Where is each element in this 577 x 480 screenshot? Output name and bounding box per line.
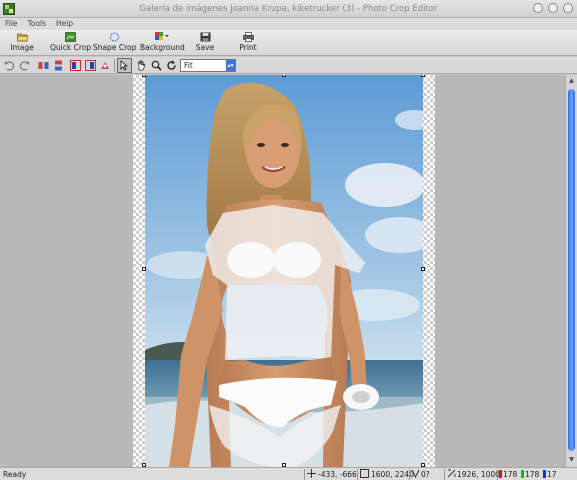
selection-size: 1926, 1000 bbox=[457, 470, 500, 479]
crop-handle-top-right[interactable] bbox=[421, 75, 425, 77]
zoom-select[interactable]: Fit ▴▾ bbox=[180, 59, 236, 72]
rotate-right-icon[interactable] bbox=[19, 60, 30, 71]
toolbar-separator bbox=[114, 59, 115, 72]
image-size-icon bbox=[360, 469, 369, 478]
crop-handle-top-center[interactable] bbox=[282, 75, 286, 77]
menu-tools[interactable]: Tools bbox=[28, 18, 46, 30]
edit-toolbar: Fit ▴▾ bbox=[0, 57, 577, 74]
pointer-arrow-icon[interactable] bbox=[119, 60, 130, 71]
close-button[interactable] bbox=[563, 3, 573, 13]
open-folder-icon bbox=[16, 33, 28, 42]
save-button[interactable]: Save bbox=[194, 32, 216, 52]
scroll-up-arrow-icon[interactable]: ▲ bbox=[567, 76, 576, 85]
magnifier-zoom-icon[interactable] bbox=[151, 60, 162, 71]
selection-size-icon bbox=[447, 469, 456, 478]
hand-pan-icon[interactable] bbox=[136, 60, 147, 71]
status-separator bbox=[497, 469, 498, 480]
scroll-down-arrow-icon[interactable]: ▼ bbox=[567, 455, 576, 464]
menu-bar: File Tools Help bbox=[0, 18, 577, 30]
image-button[interactable]: Image bbox=[10, 32, 34, 52]
printer-icon bbox=[242, 32, 254, 42]
shape-crop-button-label: Shape Crop bbox=[93, 43, 137, 52]
status-separator bbox=[444, 469, 445, 480]
shape-crop-icon bbox=[109, 32, 119, 42]
maximize-button[interactable] bbox=[548, 3, 558, 13]
minimize-button[interactable] bbox=[533, 3, 543, 13]
crop-handle-top-left[interactable] bbox=[142, 75, 146, 77]
rotate-left-icon[interactable] bbox=[4, 60, 15, 71]
print-button-label: Print bbox=[239, 43, 257, 52]
quick-crop-icon bbox=[64, 32, 76, 42]
green-value: 178 bbox=[525, 470, 540, 479]
zoom-select-value: Fit bbox=[184, 61, 193, 70]
status-bar: Ready -433, -666 1600, 2240 0? 1926, 100… bbox=[0, 467, 577, 480]
image-size: 1600, 2240 bbox=[371, 470, 414, 479]
photo-illustration bbox=[145, 75, 423, 467]
background-button[interactable]: Background bbox=[140, 32, 185, 52]
window-controls bbox=[533, 3, 573, 13]
flip-horizontal-icon[interactable] bbox=[38, 60, 49, 71]
angle-icon bbox=[411, 469, 420, 478]
quick-crop-button-label: Quick Crop bbox=[50, 43, 92, 52]
menu-help[interactable]: Help bbox=[56, 18, 73, 30]
green-channel-chip bbox=[521, 470, 524, 478]
background-button-label: Background bbox=[140, 43, 185, 52]
crop-handle-middle-left[interactable] bbox=[142, 267, 146, 271]
menu-file[interactable]: File bbox=[5, 18, 18, 30]
refresh-rotate-icon[interactable] bbox=[166, 60, 177, 71]
shape-crop-button[interactable]: Shape Crop bbox=[93, 32, 137, 52]
crop-right-icon[interactable] bbox=[85, 60, 96, 71]
rotation-angle: 0? bbox=[421, 470, 430, 479]
status-separator bbox=[409, 469, 410, 480]
window-title: Galería de imágenes Joanna Krupa, kiketr… bbox=[139, 4, 438, 14]
red-channel-chip bbox=[499, 470, 502, 478]
photo-image[interactable] bbox=[145, 75, 423, 467]
floppy-disk-icon bbox=[200, 32, 210, 42]
effects-icon[interactable] bbox=[100, 60, 111, 71]
crop-left-icon[interactable] bbox=[70, 60, 81, 71]
print-button[interactable]: Print bbox=[237, 32, 259, 52]
quick-crop-button[interactable]: Quick Crop bbox=[50, 32, 92, 52]
status-ready: Ready bbox=[3, 470, 27, 479]
flip-vertical-icon[interactable] bbox=[53, 60, 64, 71]
background-palette-icon bbox=[155, 32, 169, 40]
status-separator bbox=[357, 469, 358, 480]
save-button-label: Save bbox=[195, 43, 215, 52]
crop-handle-middle-right[interactable] bbox=[421, 267, 425, 271]
crosshair-icon bbox=[307, 469, 316, 478]
blue-channel-chip bbox=[543, 470, 546, 478]
cursor-position: -433, -666 bbox=[318, 470, 357, 479]
chevron-updown-icon[interactable]: ▴▾ bbox=[226, 60, 235, 71]
image-button-label: Image bbox=[10, 43, 34, 52]
status-separator bbox=[304, 469, 305, 480]
canvas-workspace[interactable] bbox=[0, 75, 565, 467]
main-toolbar: Image Quick Crop Shape Crop Background S… bbox=[0, 30, 577, 56]
blue-value: 17 bbox=[547, 470, 557, 479]
red-value: 178 bbox=[503, 470, 518, 479]
title-bar: Galería de imágenes Joanna Krupa, kiketr… bbox=[0, 0, 577, 18]
vertical-scrollbar[interactable]: ▲ ▼ bbox=[565, 75, 577, 467]
scrollbar-thumb[interactable] bbox=[568, 89, 575, 451]
